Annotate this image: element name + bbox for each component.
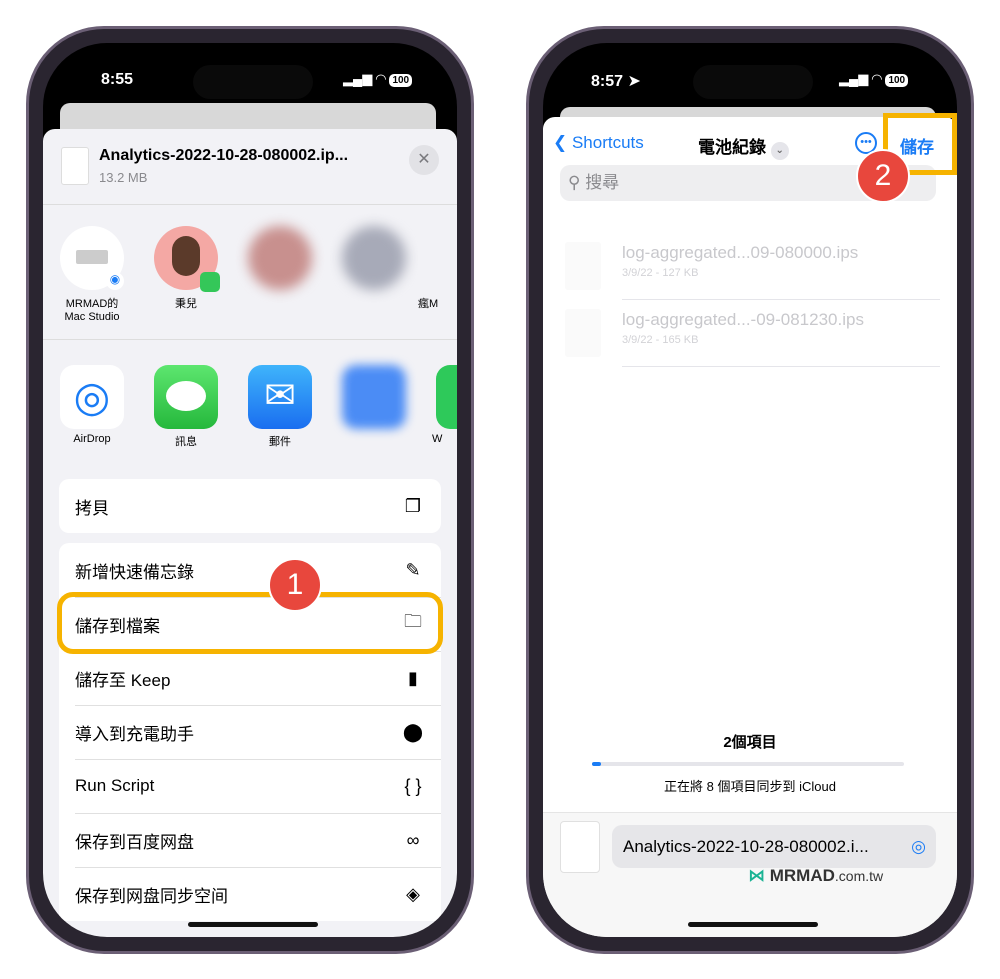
back-button[interactable]: ❮ Shortcuts [553,133,644,153]
action-label: 儲存至 Keep [75,670,171,690]
action-label: 新增快速備忘錄 [75,562,194,582]
action-label: 保存到网盘同步空间 [75,886,228,906]
app-label: AirDrop [73,433,111,445]
bookmark-icon: ▮ [408,667,418,688]
action-item[interactable]: 新增快速備忘錄 ✎ [59,543,441,597]
search-placeholder: 搜尋 [585,173,620,192]
divider [43,204,457,205]
step-badge-2: 2 [856,149,910,203]
avatar-person[interactable] [154,226,220,292]
action-item[interactable]: 保存到网盘同步空间 ◈ [59,867,441,921]
time-text: 8:57 [591,73,624,90]
item-count: 2個項目 [723,734,777,751]
title-text: 電池紀錄 [698,138,766,157]
battery-indicator: 100 [885,74,909,87]
avatar-blurred[interactable] [248,226,312,290]
sync-icon: ◈ [406,883,420,904]
file-size: 13.2 MB [99,170,148,185]
highlight-save-to-files [57,592,443,654]
file-name: log-aggregated...-09-081230.ips [622,310,864,329]
file-browser-sheet: ❮ Shortcuts 電池紀錄 ⌄ ••• 儲存 ⚲ 搜尋 log-aggre… [543,117,957,937]
person-label: 瘋M [418,298,439,310]
tags-icon[interactable]: ◎ [911,825,926,868]
filename-text: Analytics-2022-10-28-080002.i... [623,837,869,856]
divider [75,813,441,814]
mac-studio-icon [76,250,108,264]
home-indicator [688,922,818,927]
action-label: Run Script [75,776,155,795]
divider [622,366,940,367]
airdrop-badge-icon: ◉ [106,272,124,290]
status-icons: ▂▄▆ ◠ 100 [839,71,909,87]
quick-note-icon: ✎ [405,559,421,580]
mail-icon[interactable]: ✉ [248,365,312,429]
left-screen: 8:55 ▂▄▆ ◠ 100 Analytics-2022-10-28-0800… [43,43,457,937]
divider [622,299,940,300]
divider [75,867,441,868]
app-label: 郵件 [269,436,291,448]
status-icons: ▂▄▆ ◠ 100 [343,71,413,87]
search-icon: ⚲ [568,173,581,192]
dynamic-island [193,65,313,99]
action-item[interactable]: Run Script { } [59,759,441,813]
divider [43,339,457,340]
file-thumbnail [560,821,600,873]
avatar-blurred[interactable] [342,226,406,290]
app-label: W [432,433,443,445]
file-icon [565,309,601,357]
file-name: Analytics-2022-10-28-080002.ip... [99,147,349,164]
app-blurred[interactable] [342,365,406,429]
file-name: log-aggregated...09-080000.ips [622,243,859,262]
battery-indicator: 100 [389,74,413,87]
messages-icon[interactable] [154,365,218,429]
back-label: Shortcuts [571,133,644,152]
copy-icon: ❐ [404,495,422,516]
status-time: 8:55 [101,71,134,88]
divider [75,705,441,706]
file-meta: 3/9/22 - 165 KB [622,334,699,346]
sync-progress-fill [592,762,602,766]
home-indicator [188,922,318,927]
file-row[interactable]: log-aggregated...09-080000.ips 3/9/22 - … [560,237,940,300]
baidu-icon: ∞ [406,829,420,850]
folder-title[interactable]: 電池紀錄 ⌄ [698,133,789,160]
action-item[interactable]: 導入到充電助手 ⬤ [59,705,441,759]
avatar-mac-studio[interactable]: ◉ [60,226,124,290]
action-label: 拷貝 [75,498,109,518]
action-item[interactable]: 儲存至 Keep ▮ [59,651,441,705]
braces-icon: { } [404,775,422,796]
status-time: 8:57 ➤ [591,71,641,91]
divider [75,759,441,760]
location-icon: ➤ [627,73,641,90]
memoji-icon [172,236,200,276]
close-button[interactable]: ✕ [409,145,439,175]
filename-field[interactable]: Analytics-2022-10-28-080002.i... ◎ [612,825,936,868]
file-icon [61,147,89,185]
action-label: 導入到充電助手 [75,724,194,744]
app-label: 訊息 [175,436,197,448]
search-circle-icon: ⬤ [402,721,424,742]
airdrop-icon[interactable]: ◎ [60,365,124,429]
sync-status: 正在將 8 個項目同步到 iCloud [664,779,836,794]
left-phone: 8:55 ▂▄▆ ◠ 100 Analytics-2022-10-28-0800… [26,26,474,954]
file-meta: 3/9/22 - 127 KB [622,267,699,279]
action-label: 保存到百度网盘 [75,832,194,852]
chevron-down-icon: ⌄ [770,142,789,160]
dynamic-island [693,65,813,99]
person-label: 秉兒 [175,298,197,310]
action-item[interactable]: 保存到百度网盘 ∞ [59,813,441,867]
watermark-logo: ⋈ MRMAD.com.tw [748,866,884,885]
step-badge-1: 1 [268,558,322,612]
action-copy[interactable]: 拷貝 ❐ [59,479,441,533]
person-label: MRMAD的 Mac Studio [64,298,120,323]
bubble-shape [166,381,206,411]
app-partial[interactable] [436,365,457,429]
sync-progress-bar [592,762,904,766]
messages-badge-icon [200,272,220,292]
file-icon [565,242,601,290]
file-row[interactable]: log-aggregated...-09-081230.ips 3/9/22 -… [560,304,940,367]
